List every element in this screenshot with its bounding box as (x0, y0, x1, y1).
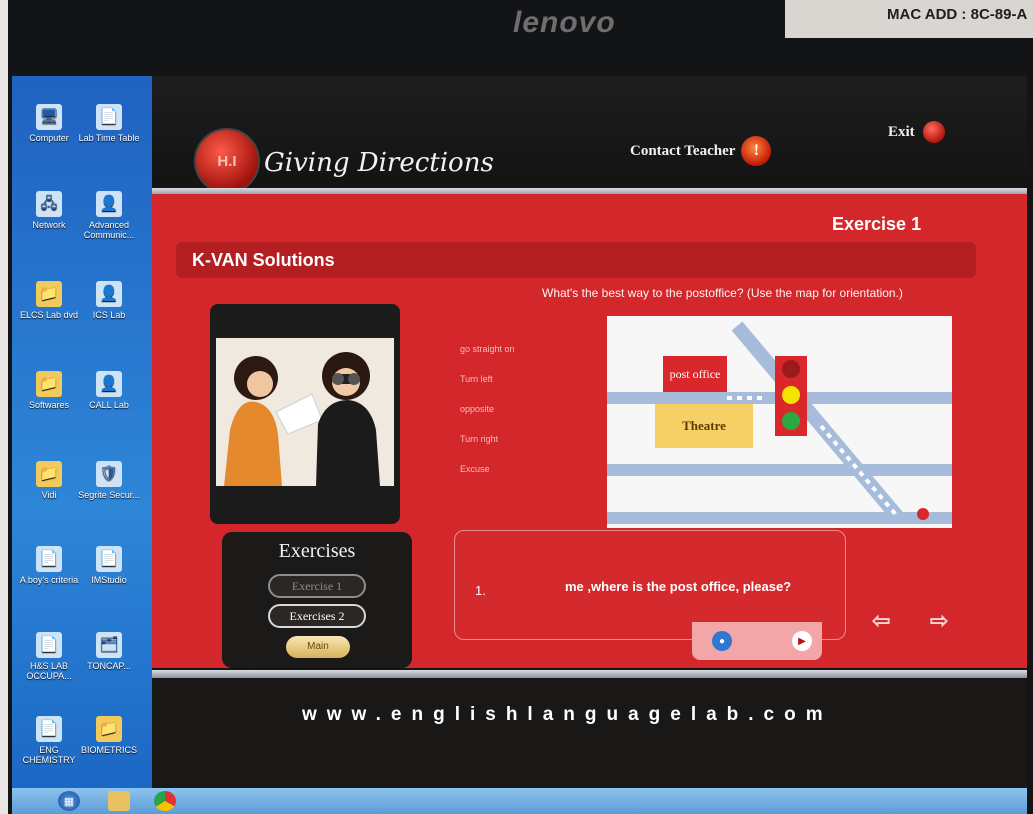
footer: www.englishlanguagelab.com (152, 680, 1027, 788)
document-icon: 📄 (96, 546, 122, 572)
audio-player: ● ▶ (692, 622, 822, 660)
chrome-taskbar-button[interactable] (154, 791, 176, 811)
word-option[interactable]: Turn right (460, 424, 515, 454)
computer-icon: 🖥 (36, 104, 62, 130)
word-option[interactable]: Excuse (460, 454, 515, 484)
exercise-heading: Exercise 1 (832, 214, 922, 234)
footer-divider (152, 670, 1027, 678)
alert-icon: ! (741, 136, 772, 166)
desktop-icon[interactable]: 👤 Advanced Communic... (74, 191, 144, 240)
file-explorer-taskbar-button[interactable] (108, 791, 130, 811)
folder-icon: 📁 (96, 716, 122, 742)
user-shortcut-icon: 👤 (96, 191, 122, 217)
network-icon: 🖧 (36, 191, 62, 217)
taskbar: ▦ (12, 788, 1027, 814)
desktop-icon[interactable]: 📄 IMStudio (74, 546, 144, 585)
exercises-menu: Exercises Exercise 1 Exercises 2 Main (222, 532, 412, 668)
contact-teacher-label: Contact Teacher (630, 142, 736, 159)
street-map: post office Theatre (607, 316, 952, 528)
exit-button[interactable]: Exit (888, 121, 945, 143)
exercises-menu-title: Exercises (278, 540, 356, 562)
post-office-label: post office (663, 356, 727, 392)
user-shortcut-icon: 👤 (96, 371, 122, 397)
word-option[interactable]: go straight on (460, 334, 515, 364)
question-text: What's the best way to the postoffice? (… (542, 286, 903, 300)
next-arrow-button[interactable]: ⇨ (930, 608, 948, 634)
word-option[interactable]: opposite (460, 394, 515, 424)
desktop-icon[interactable]: 🛡 Segrite Secur... (74, 461, 144, 500)
previous-arrow-button[interactable]: ⇦ (872, 608, 890, 634)
illustration-image (216, 338, 394, 486)
desktop-icon[interactable]: 👤 ICS Lab (74, 281, 144, 320)
word-option[interactable]: Turn left (460, 364, 515, 394)
word-options: go straight on Turn left opposite Turn r… (460, 334, 515, 484)
company-name: K-VAN Solutions (192, 250, 335, 270)
desktop-icon[interactable]: 🗂 TONCAP... (74, 632, 144, 671)
monitor-brand: lenovo (513, 6, 616, 39)
app-logo: H.I (194, 128, 260, 194)
desktop-icon[interactable]: 👤 CALL Lab (74, 371, 144, 410)
exercise-panel: Exercise 1 K-VAN Solutions Exercises Exe… (152, 194, 1027, 668)
start-button[interactable]: ▦ (58, 791, 80, 811)
folder-icon: 📁 (36, 371, 62, 397)
mac-address-label: MAC ADD : 8C-89-A (785, 0, 1033, 38)
shield-icon: 🛡 (96, 461, 122, 487)
exercises-2-button[interactable]: Exercises 2 (268, 604, 366, 628)
main-menu-button[interactable]: Main (286, 636, 350, 658)
document-icon: 📄 (36, 546, 62, 572)
exercise-1-button[interactable]: Exercise 1 (268, 574, 366, 598)
exit-icon (922, 121, 945, 143)
play-icon: ▶ (798, 635, 806, 647)
language-lab-app: H.I Giving Directions Contact Teacher ! … (152, 76, 1027, 788)
app-shortcut-icon: 🗂 (96, 632, 122, 658)
document-icon: 📄 (96, 104, 122, 130)
windows-logo-icon: ▦ (63, 795, 75, 808)
record-icon: ● (718, 635, 726, 647)
exit-label: Exit (888, 123, 915, 140)
footer-url: www.englishlanguagelab.com (302, 704, 833, 725)
children-with-binoculars-image (216, 338, 394, 486)
screen: 🖥 Computer 📄 Lab Time Table 🖧 Network 👤 Adva… (12, 76, 1027, 814)
folder-icon: 📁 (36, 281, 62, 307)
theatre-label: Theatre (655, 404, 753, 448)
play-button[interactable]: ▶ (792, 631, 812, 651)
document-icon: 📄 (36, 632, 62, 658)
desktop-icon[interactable]: 📁 BIOMETRICS (74, 716, 144, 755)
contact-teacher-button[interactable]: Contact Teacher ! (630, 136, 772, 166)
document-icon: 📄 (36, 716, 62, 742)
desktop-icon[interactable]: 📄 Lab Time Table (74, 104, 144, 143)
answer-sentence: me ,where is the post office, please? (565, 579, 792, 594)
traffic-light-icon (775, 356, 807, 436)
illustration-frame (210, 304, 400, 524)
folder-icon: 📁 (36, 461, 62, 487)
app-title: Giving Directions (264, 148, 494, 178)
record-button[interactable]: ● (712, 631, 732, 651)
user-shortcut-icon: 👤 (96, 281, 122, 307)
answer-number: 1. (475, 583, 486, 598)
